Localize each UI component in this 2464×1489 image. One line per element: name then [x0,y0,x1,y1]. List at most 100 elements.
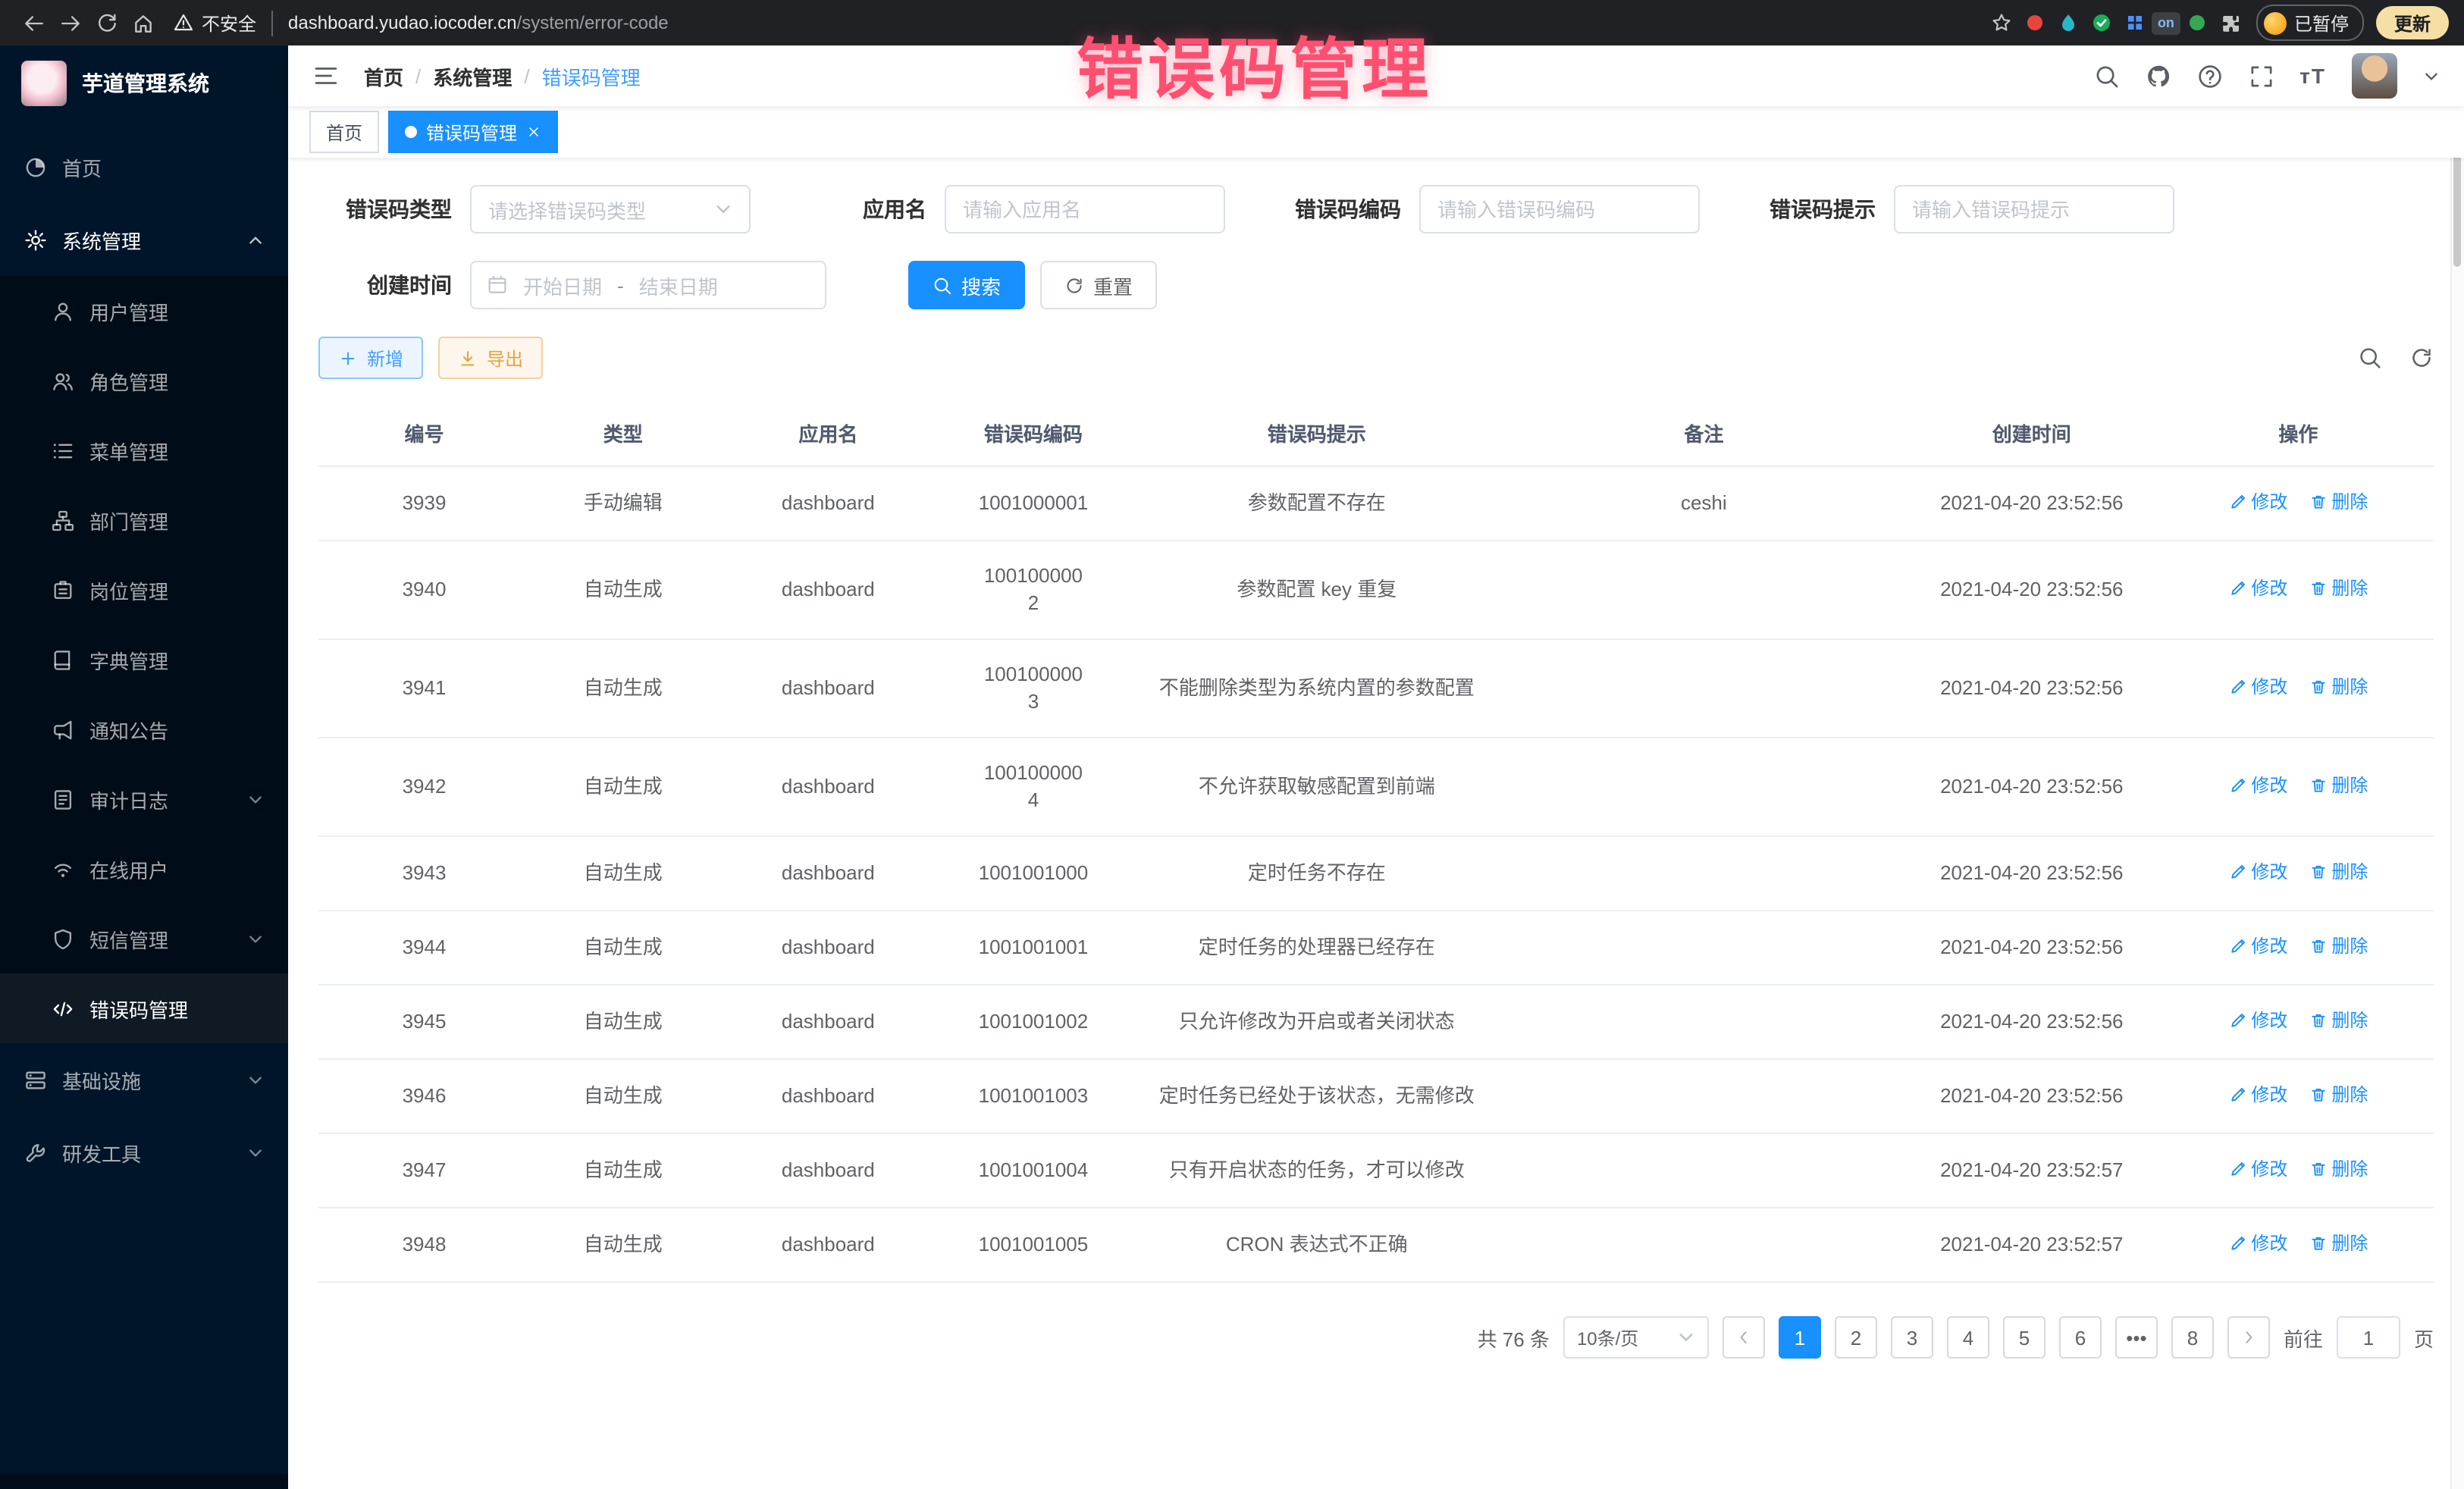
error-code-input[interactable] [1419,185,1700,234]
tab-home[interactable]: 首页 [309,111,379,153]
page-button-5[interactable]: 5 [2003,1316,2045,1359]
edit-link[interactable]: 修改 [2228,1081,2287,1108]
toolbar-refresh-icon[interactable] [2409,346,2434,370]
delete-link[interactable]: 删除 [2309,933,2368,960]
extension-check-icon[interactable] [2085,6,2118,39]
extension-red-icon[interactable] [2018,6,2052,39]
profile-paused-badge[interactable]: 已暂停 [2256,5,2364,41]
error-type-select[interactable]: 请选择错误码类型 [470,185,751,234]
edit-link[interactable]: 修改 [2228,488,2287,516]
sidebar-item-role[interactable]: 角色管理 [0,346,288,415]
bookmark-star-icon[interactable] [1985,6,2018,39]
cell-code: 100100000 3 [940,639,1127,738]
edit-link[interactable]: 修改 [2228,1007,2287,1034]
hamburger-icon[interactable] [312,62,340,89]
sidebar-item-dept[interactable]: 部门管理 [0,485,288,555]
cell-actions: 修改删除 [2163,836,2434,911]
app-logo[interactable]: 芋道管理系统 [0,45,288,121]
sidebar-menu: 首页系统管理用户管理角色管理菜单管理部门管理岗位管理字典管理通知公告审计日志在线… [0,121,288,1474]
tab-errorcode[interactable]: 错误码管理 [388,111,558,153]
extension-green-icon[interactable] [2180,6,2214,39]
page-button-8[interactable]: 8 [2171,1316,2214,1359]
caret-down-icon [247,791,264,807]
reset-button[interactable]: 重置 [1040,261,1157,309]
sidebar-item-errorcode[interactable]: 错误码管理 [0,973,288,1043]
extensions-puzzle-icon[interactable] [2214,6,2247,39]
browser-update-button[interactable]: 更新 [2376,6,2449,39]
extension-grid-icon[interactable] [2118,6,2152,39]
page-scrollbar[interactable] [2450,45,2464,1489]
edit-link[interactable]: 修改 [2228,1155,2287,1183]
export-button[interactable]: 导出 [438,337,543,379]
sidebar-item-user[interactable]: 用户管理 [0,276,288,346]
goto-page-input[interactable] [2337,1316,2400,1359]
delete-link[interactable]: 删除 [2309,488,2368,516]
browser-home-icon[interactable] [124,5,161,41]
delete-link[interactable]: 删除 [2309,858,2368,886]
edit-link[interactable]: 修改 [2228,673,2287,701]
page-button-1[interactable]: 1 [1779,1316,1821,1359]
sidebar-item-notice[interactable]: 通知公告 [0,694,288,764]
back-icon[interactable] [15,5,52,41]
page-numbers: 123456 ••• 8 [1779,1316,2214,1359]
fullscreen-icon[interactable] [2248,63,2274,89]
sidebar-item-post[interactable]: 岗位管理 [0,555,288,625]
edit-link[interactable]: 修改 [2228,933,2287,960]
toolbar-search-icon[interactable] [2358,346,2382,370]
forward-icon[interactable] [52,5,88,41]
help-icon[interactable] [2196,63,2222,89]
breadcrumb-item[interactable]: 首页 [364,61,403,90]
sidebar-item-online[interactable]: 在线用户 [0,834,288,904]
page-size-select[interactable]: 10条/页 [1563,1316,1709,1359]
edit-link[interactable]: 修改 [2228,772,2287,799]
sidebar-item-audit[interactable]: 审计日志 [0,764,288,834]
reload-icon[interactable] [88,5,124,41]
page-button-3[interactable]: 3 [1891,1316,1933,1359]
column-header: 创建时间 [1901,400,2163,466]
delete-link[interactable]: 删除 [2309,1081,2368,1108]
edit-link[interactable]: 修改 [2228,1230,2287,1257]
delete-link[interactable]: 删除 [2309,772,2368,799]
delete-link[interactable]: 删除 [2309,575,2368,602]
extension-drop-icon[interactable] [2052,6,2085,39]
page-button-2[interactable]: 2 [1835,1316,1877,1359]
table-row: 3942自动生成dashboard100100000 4不允许获取敏感配置到前端… [318,738,2434,836]
sidebar-item-infra[interactable]: 基础设施 [0,1043,288,1116]
chevron-left-icon [1735,1328,1753,1346]
breadcrumb-item[interactable]: 系统管理 [433,61,512,90]
avatar-caret-down-icon[interactable] [2423,67,2440,84]
sidebar-collapse-bar[interactable] [0,1474,288,1489]
delete-link[interactable]: 删除 [2309,1155,2368,1183]
edit-link[interactable]: 修改 [2228,858,2287,886]
address-bar[interactable]: dashboard.yudao.iocoder.cn /system/error… [288,12,669,33]
search-button[interactable]: 搜索 [908,261,1025,309]
search-icon[interactable] [2093,63,2119,89]
sidebar-item-sms[interactable]: 短信管理 [0,904,288,973]
sidebar-item-dict[interactable]: 字典管理 [0,625,288,694]
extension-on-badge[interactable]: on [2152,11,2180,34]
user-avatar[interactable] [2352,53,2397,99]
next-page-button[interactable] [2227,1316,2270,1359]
close-icon[interactable] [526,124,541,139]
devtools-icon [24,1141,47,1164]
sidebar-item-devtools[interactable]: 研发工具 [0,1116,288,1189]
error-msg-input[interactable] [1894,185,2174,234]
page-ellipsis[interactable]: ••• [2115,1316,2158,1359]
site-security-indicator[interactable]: 不安全 [173,10,273,36]
date-range-picker[interactable]: 开始日期 - 结束日期 [470,261,826,309]
delete-link[interactable]: 删除 [2309,1230,2368,1257]
delete-link[interactable]: 删除 [2309,1007,2368,1034]
sidebar-item-home[interactable]: 首页 [0,130,288,203]
sidebar-item-menu[interactable]: 菜单管理 [0,415,288,485]
cell-app: dashboard [716,639,940,738]
app-name-input[interactable] [945,185,1225,234]
sidebar-item-system[interactable]: 系统管理 [0,203,288,276]
add-button[interactable]: 新增 [318,337,423,379]
font-size-icon[interactable]: тT [2299,64,2326,88]
edit-link[interactable]: 修改 [2228,575,2287,602]
page-button-4[interactable]: 4 [1947,1316,1989,1359]
page-button-6[interactable]: 6 [2059,1316,2102,1359]
github-icon[interactable] [2145,63,2171,89]
delete-link[interactable]: 删除 [2309,673,2368,701]
prev-page-button[interactable] [1723,1316,1765,1359]
